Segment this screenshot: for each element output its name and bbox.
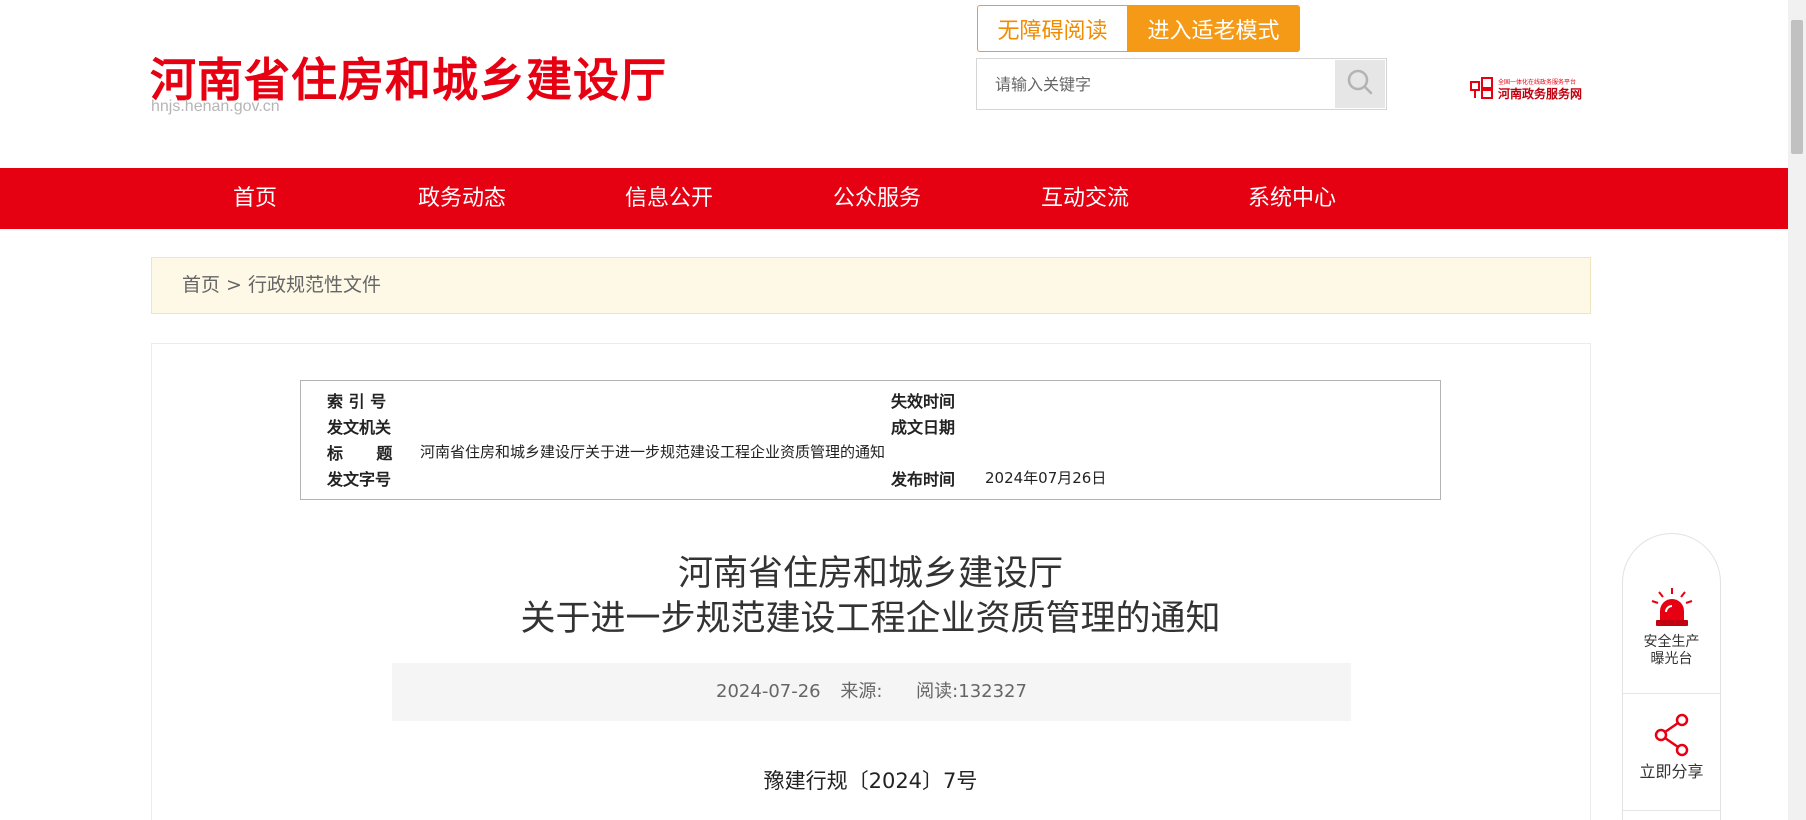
- nav-item-system-center[interactable]: 系统中心: [1222, 168, 1362, 229]
- site-domain: hnjs.henan.gov.cn: [151, 98, 280, 115]
- publish-time-label: 发布时间: [891, 470, 956, 489]
- nav-item-public-service[interactable]: 公众服务: [807, 168, 947, 229]
- title-label: 标 题: [327, 444, 393, 463]
- article-document-number: 豫建行规〔2024〕7号: [763, 769, 978, 793]
- alarm-siren-icon: [1647, 588, 1697, 634]
- article-meta-bar: 2024-07-26 来源: 阅读:132327: [392, 663, 1351, 721]
- share-icon: [1650, 713, 1694, 762]
- title-value: 河南省住房和城乡建设厅关于进一步规范建设工程企业资质管理的通知: [420, 443, 886, 461]
- search-input[interactable]: [977, 59, 1334, 109]
- safety-exposure-button[interactable]: 安全生产 曝光台: [1623, 586, 1720, 668]
- issuing-authority-label: 发文机关: [327, 418, 392, 437]
- nav-item-info-disclosure[interactable]: 信息公开: [599, 168, 739, 229]
- article-source-label: 来源:: [840, 681, 883, 702]
- expire-time-label: 失效时间: [891, 392, 956, 411]
- share-label: 立即分享: [1639, 762, 1704, 781]
- breadcrumb: 首页 > 行政规范性文件: [151, 257, 1591, 314]
- index-number-label: 索 引 号: [327, 392, 387, 411]
- gov-service-logo-icon: [1470, 76, 1494, 104]
- search-box: [976, 58, 1387, 110]
- share-button[interactable]: 立即分享: [1623, 712, 1720, 782]
- article-reads-label: 阅读:: [916, 681, 959, 702]
- article-date: 2024-07-26: [716, 681, 821, 702]
- elder-mode-button[interactable]: 进入适老模式: [1127, 5, 1300, 52]
- nav-item-interaction[interactable]: 互动交流: [1015, 168, 1155, 229]
- article-reads: 阅读:132327: [916, 681, 1027, 702]
- breadcrumb-home-link[interactable]: 首页: [182, 274, 220, 296]
- article-title-line2: 关于进一步规范建设工程企业资质管理的通知: [520, 599, 1221, 639]
- publish-time-value: 2024年07月26日: [985, 469, 1107, 487]
- article-title: 河南省住房和城乡建设厅 关于进一步规范建设工程企业资质管理的通知: [300, 552, 1441, 642]
- nav-item-government-news[interactable]: 政务动态: [392, 168, 532, 229]
- search-button[interactable]: [1335, 60, 1385, 108]
- breadcrumb-separator: >: [220, 274, 249, 296]
- floating-side-panel: 安全生产 曝光台 立即分享: [1622, 533, 1721, 820]
- document-info-table: 索 引 号 失效时间 发文机关 成文日期 标 题 河南省住房和城乡建设厅关于进一…: [300, 380, 1441, 500]
- article-source: 来源:: [840, 681, 896, 702]
- gov-service-name: 河南政务服务网: [1498, 87, 1583, 101]
- article-reads-value: 132327: [958, 681, 1027, 702]
- page-scrollbar[interactable]: [1788, 0, 1806, 820]
- document-number-label: 发文字号: [327, 470, 392, 489]
- article-title-line1: 河南省住房和城乡建设厅: [677, 554, 1063, 594]
- search-icon: [1346, 68, 1374, 100]
- nav-item-home[interactable]: 首页: [185, 168, 325, 229]
- safety-exposure-line2: 曝光台: [1650, 651, 1693, 667]
- main-nav: 首页 政务动态 信息公开 公众服务 互动交流 系统中心: [0, 168, 1788, 229]
- accessible-reading-button[interactable]: 无障碍阅读: [977, 5, 1127, 52]
- gov-service-link[interactable]: 全国一体化在线政务服务平台 河南政务服务网: [1470, 76, 1582, 104]
- breadcrumb-current-link[interactable]: 行政规范性文件: [248, 274, 381, 296]
- float-divider: [1623, 693, 1720, 694]
- scrollbar-thumb[interactable]: [1791, 20, 1803, 154]
- created-date-label: 成文日期: [891, 418, 956, 437]
- float-divider: [1623, 810, 1720, 811]
- safety-exposure-line1: 安全生产: [1643, 634, 1700, 650]
- gov-service-tagline: 全国一体化在线政务服务平台: [1498, 79, 1577, 86]
